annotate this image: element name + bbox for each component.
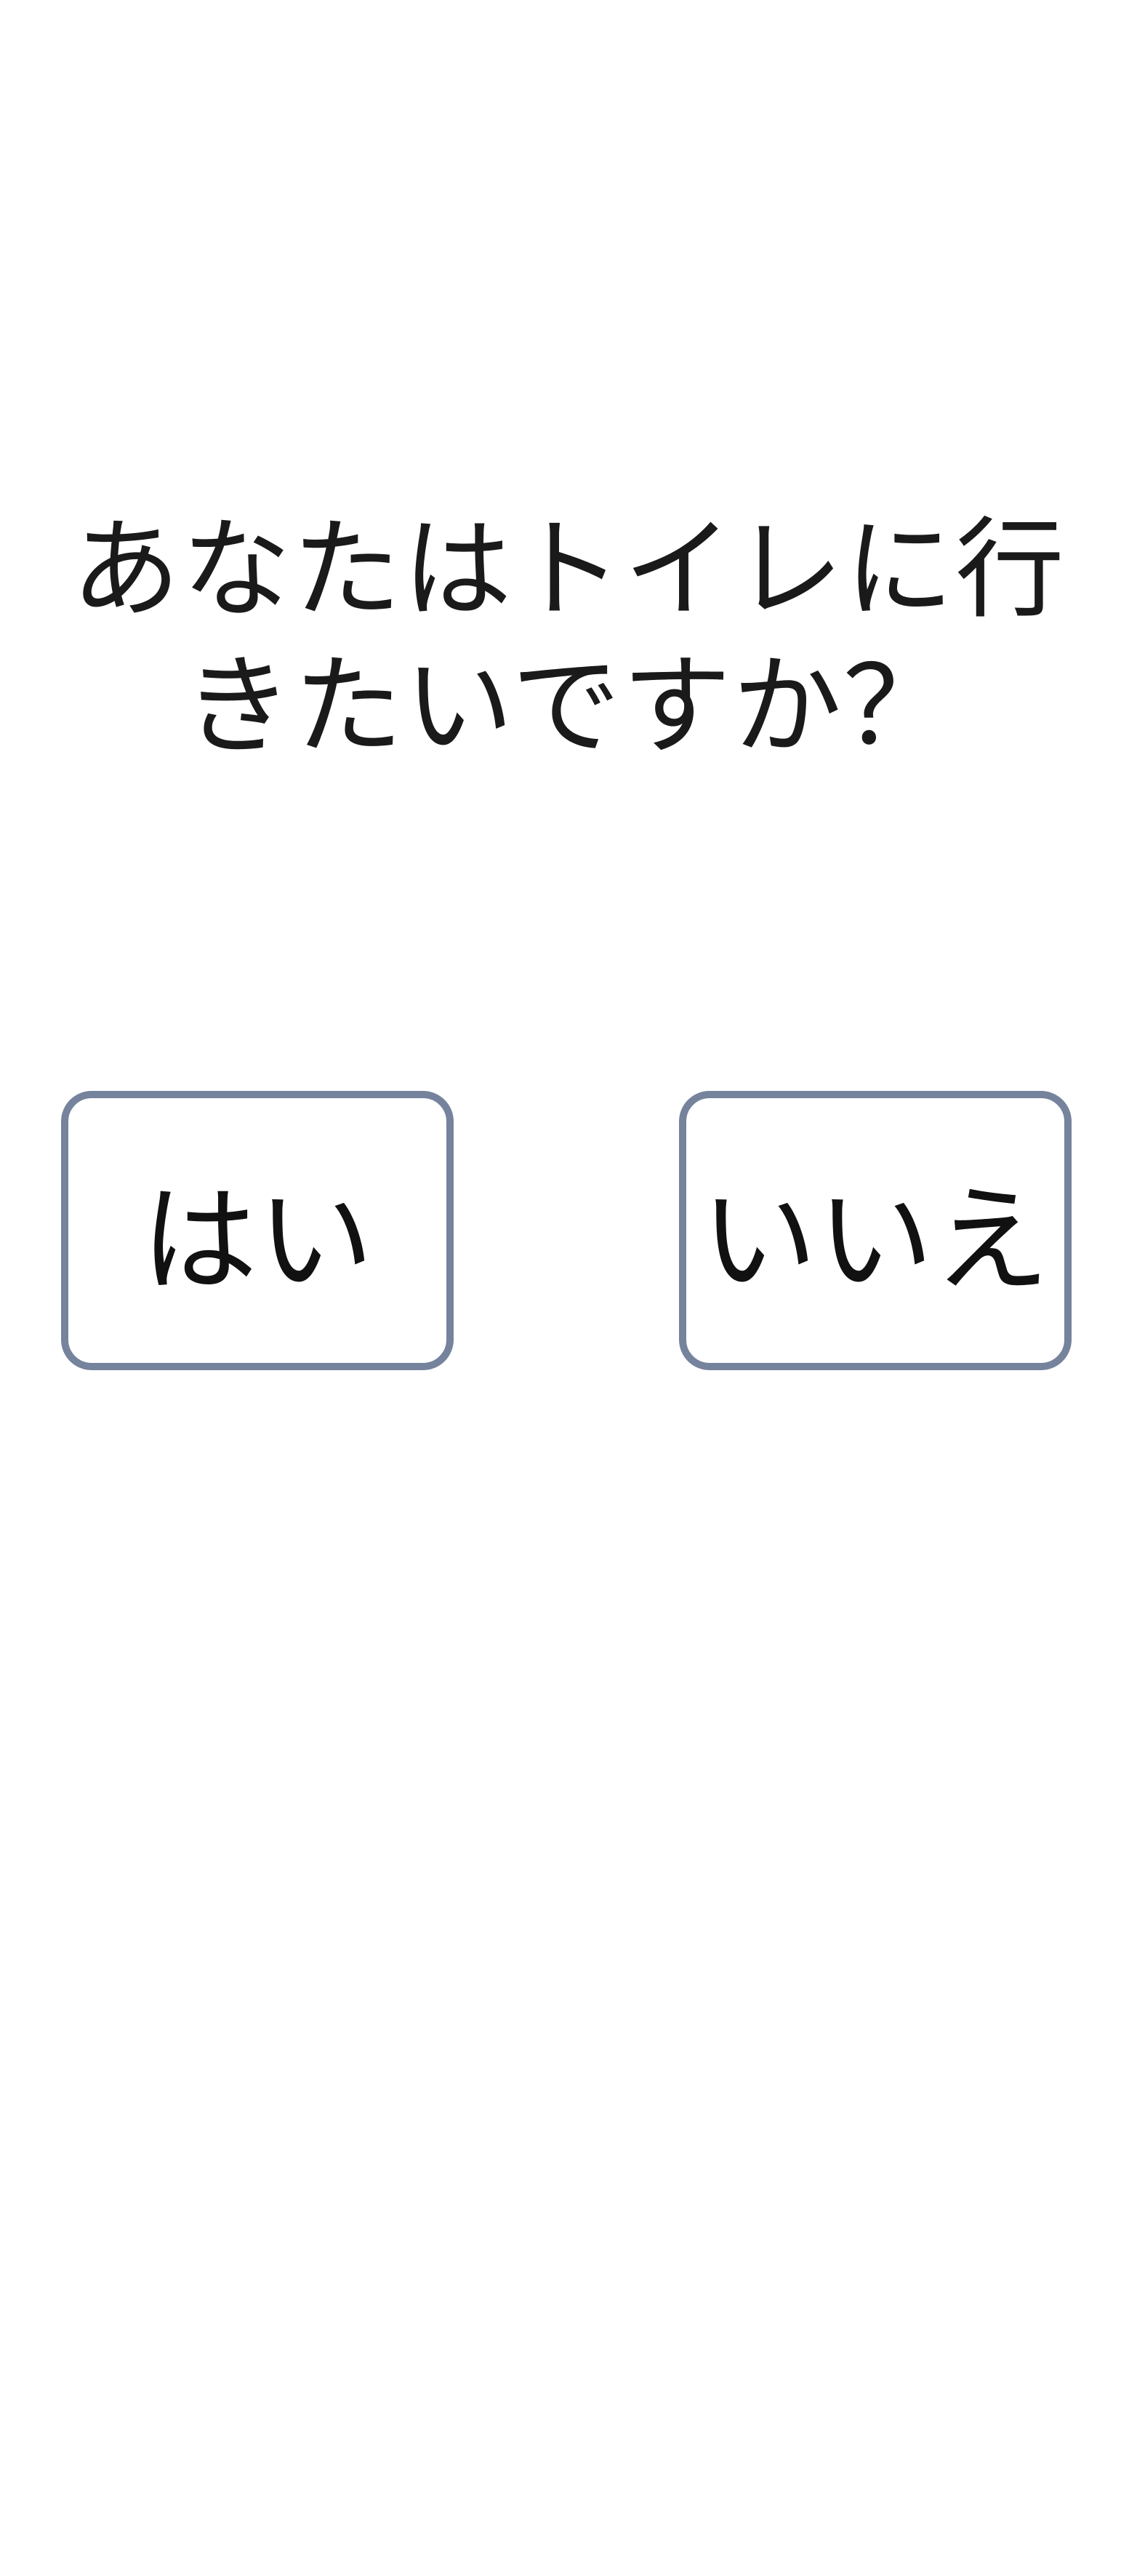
toilet-question-screen: あなたはトイレに行きたいですか？ はい いいえ (0, 0, 1137, 2576)
no-button[interactable]: いいえ (679, 1091, 1072, 1370)
yes-button[interactable]: はい (61, 1091, 454, 1370)
question-text: あなたはトイレに行きたいですか？ (71, 507, 1066, 770)
